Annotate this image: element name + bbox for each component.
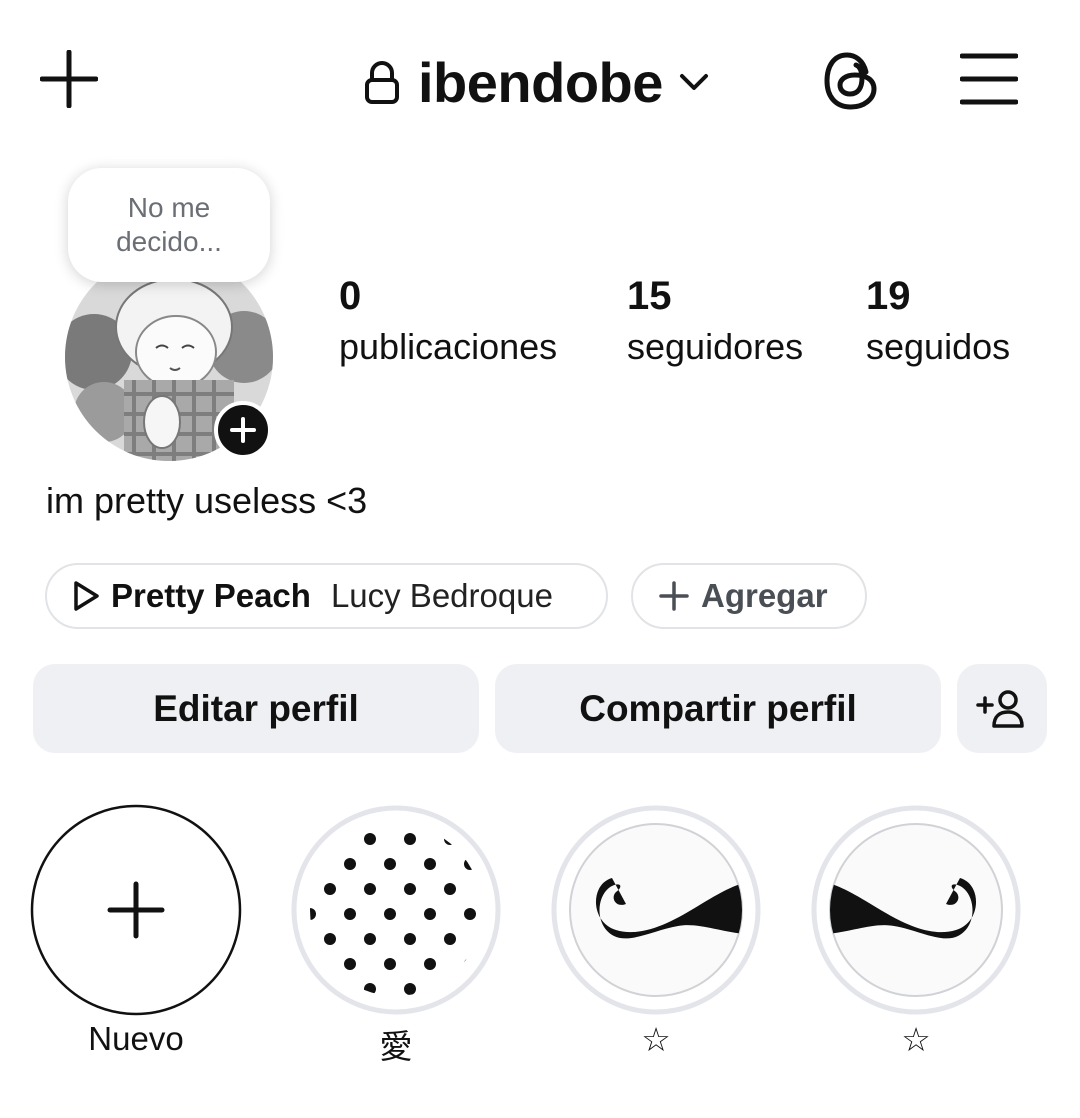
share-profile-label: Compartir perfil bbox=[579, 687, 857, 729]
menu-icon[interactable] bbox=[960, 52, 1018, 106]
highlight-love[interactable] bbox=[290, 804, 502, 1016]
edit-profile-label: Editar perfil bbox=[153, 687, 359, 729]
stat-followers-label: seguidores bbox=[627, 326, 804, 367]
stat-followers[interactable]: 15 seguidores bbox=[627, 270, 803, 372]
highlight-label-new: Nuevo bbox=[88, 1020, 184, 1057]
stat-following[interactable]: 19 seguidos bbox=[866, 270, 1010, 372]
stat-posts[interactable]: 0 publicaciones bbox=[339, 270, 557, 372]
highlight-label-star-2: ☆ bbox=[901, 1021, 931, 1058]
add-story-plus-icon[interactable] bbox=[214, 401, 272, 459]
threads-icon[interactable] bbox=[822, 50, 882, 112]
add-chip-label: Agregar bbox=[701, 577, 828, 614]
music-title: Pretty Peach bbox=[111, 577, 311, 614]
discover-people-button[interactable] bbox=[957, 664, 1047, 753]
add-person-icon bbox=[976, 689, 1024, 728]
highlight-mustache-2[interactable] bbox=[810, 804, 1022, 1016]
highlight-mustache-1[interactable] bbox=[550, 804, 762, 1016]
new-highlight-button[interactable] bbox=[30, 804, 242, 1016]
highlight-label-love: 愛 bbox=[379, 1028, 413, 1065]
share-profile-button[interactable]: Compartir perfil bbox=[495, 664, 941, 753]
add-link-chip[interactable]: Agregar bbox=[631, 563, 867, 629]
lock-icon bbox=[365, 61, 399, 104]
account-switcher[interactable]: ibendobe bbox=[362, 42, 709, 122]
music-artist: Lucy Bedroque bbox=[330, 577, 553, 614]
bio-text: im pretty useless <3 bbox=[46, 480, 368, 521]
edit-profile-button[interactable]: Editar perfil bbox=[33, 664, 479, 753]
stat-posts-label: publicaciones bbox=[339, 326, 558, 367]
stat-following-label: seguidos bbox=[866, 326, 1011, 367]
note-bubble[interactable]: No me decido... bbox=[68, 168, 270, 282]
music-chip[interactable]: Pretty Peach Lucy Bedroque bbox=[45, 563, 608, 629]
chevron-down-icon bbox=[679, 74, 708, 90]
highlight-label-star-1: ☆ bbox=[641, 1021, 671, 1058]
play-icon bbox=[74, 581, 99, 611]
plus-icon bbox=[659, 581, 689, 611]
stat-posts-value: 0 bbox=[339, 274, 362, 318]
stat-following-value: 19 bbox=[866, 274, 911, 318]
username: ibendobe bbox=[418, 50, 663, 114]
note-text: No me decido... bbox=[116, 192, 222, 257]
create-plus-icon[interactable] bbox=[40, 50, 98, 108]
stat-followers-value: 15 bbox=[627, 274, 672, 318]
